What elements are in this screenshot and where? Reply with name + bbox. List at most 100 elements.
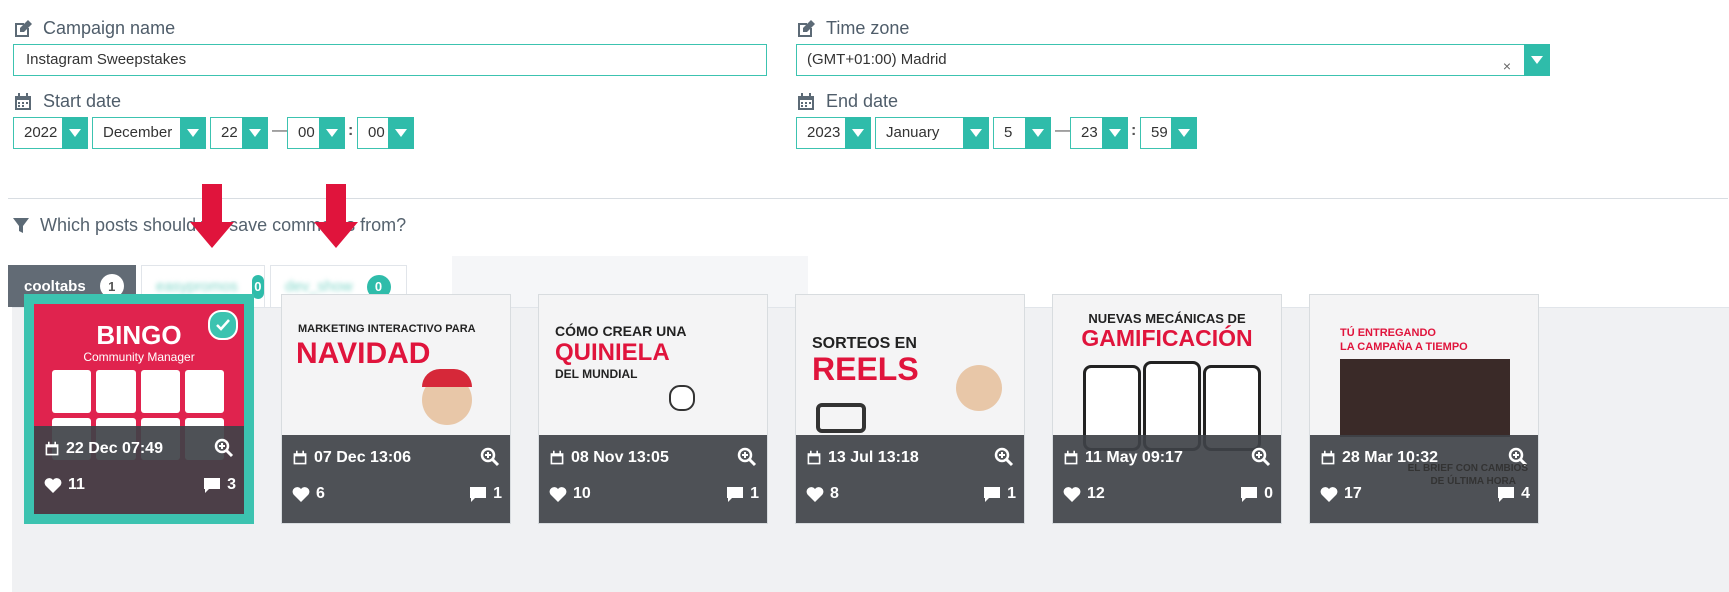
post-card[interactable]: CÓMO CREAR UNA QUINIELA DEL MUNDIAL 08 N… xyxy=(538,294,768,524)
heart-icon xyxy=(549,487,567,502)
start-year-select[interactable]: 2022 xyxy=(13,117,88,149)
time-zone-label: Time zone xyxy=(796,18,909,39)
tab-label: dev_show xyxy=(285,278,353,295)
chevron-down-icon[interactable] xyxy=(1025,117,1051,149)
zoom-icon[interactable] xyxy=(1251,447,1271,472)
time-zone-select[interactable]: (GMT+01:00) Madrid × xyxy=(796,44,1550,76)
thumb-line: CÓMO CREAR UNA xyxy=(555,323,687,339)
person-illustration xyxy=(956,365,1002,411)
tab-label: easypromos xyxy=(156,278,238,295)
end-day-select[interactable]: 5 xyxy=(993,117,1051,149)
chevron-down-icon[interactable] xyxy=(388,117,414,149)
edit-icon xyxy=(798,19,815,37)
section-divider xyxy=(8,198,1728,199)
chevron-down-icon[interactable] xyxy=(180,117,206,149)
chevron-down-icon[interactable] xyxy=(242,117,268,149)
edit-icon xyxy=(15,19,32,37)
date-time-separator: — xyxy=(1055,122,1071,139)
start-minute-select[interactable]: 00 xyxy=(357,117,414,149)
end-minute-value: 59 xyxy=(1151,124,1168,141)
clapperboard-icon xyxy=(816,403,866,433)
post-card[interactable]: SORTEOS EN REELS 13 Jul 13:18 8 1 xyxy=(795,294,1025,524)
thumb-line: MARKETING INTERACTIVO PARA xyxy=(298,323,476,335)
end-hour-select[interactable]: 23 xyxy=(1070,117,1128,149)
post-likes: 6 xyxy=(292,485,325,503)
start-hour-value: 00 xyxy=(298,124,315,141)
start-day-select[interactable]: 22 xyxy=(210,117,268,149)
thumb-line: NUEVAS MECÁNICAS DE xyxy=(1088,311,1246,326)
calendar-icon xyxy=(15,92,31,110)
heart-icon xyxy=(1320,487,1338,502)
comment-icon xyxy=(470,487,487,502)
chevron-down-icon[interactable] xyxy=(319,117,345,149)
thumb-subtitle: Community Manager xyxy=(83,350,195,364)
post-overlay: 07 Dec 13:06 6 1 xyxy=(282,435,510,523)
thumb-line: QUINIELA xyxy=(555,339,670,366)
post-likes: 17 xyxy=(1320,485,1362,503)
chevron-down-icon[interactable] xyxy=(1102,117,1128,149)
post-card[interactable]: MARKETING INTERACTIVO PARA NAVIDAD 07 De… xyxy=(281,294,511,524)
post-card[interactable]: TÚ ENTREGANDO LA CAMPAÑA A TIEMPO EL BRI… xyxy=(1309,294,1539,524)
post-date: 08 Nov 13:05 xyxy=(549,449,669,467)
post-overlay: 11 May 09:17 12 0 xyxy=(1053,435,1281,523)
post-overlay: 22 Dec 07:49 11 3 xyxy=(34,426,244,514)
end-month-select[interactable]: January xyxy=(875,117,989,149)
clear-icon[interactable]: × xyxy=(1503,51,1511,81)
post-date: 07 Dec 13:06 xyxy=(292,449,411,467)
start-month-select[interactable]: December xyxy=(92,117,206,149)
heart-icon xyxy=(44,478,62,493)
end-day-value: 5 xyxy=(1004,124,1013,141)
calendar-icon xyxy=(807,450,821,465)
post-comments: 1 xyxy=(726,485,759,503)
zoom-icon[interactable] xyxy=(480,447,500,472)
tab-label: cooltabs xyxy=(24,277,86,295)
zoom-icon[interactable] xyxy=(994,447,1014,472)
calendar-icon xyxy=(550,450,564,465)
thumb-line: NAVIDAD xyxy=(296,337,431,370)
thumb-line: DEL MUNDIAL xyxy=(555,367,638,381)
annotation-arrow-icon xyxy=(314,184,358,248)
post-date: 22 Dec 07:49 xyxy=(44,440,163,458)
campaign-name-input[interactable]: Instagram Sweepstakes xyxy=(13,44,767,76)
post-comments: 0 xyxy=(1240,485,1273,503)
post-likes: 10 xyxy=(549,485,591,503)
post-comments: 1 xyxy=(469,485,502,503)
movie-still-image xyxy=(1340,359,1510,437)
comment-icon xyxy=(1241,487,1258,502)
start-hour-select[interactable]: 00 xyxy=(287,117,345,149)
thumb-line: TÚ ENTREGANDO xyxy=(1340,327,1436,339)
post-likes: 12 xyxy=(1063,485,1105,503)
calendar-icon xyxy=(45,441,59,456)
end-minute-select[interactable]: 59 xyxy=(1140,117,1197,149)
end-year-select[interactable]: 2023 xyxy=(796,117,871,149)
comment-icon xyxy=(204,478,221,493)
thumb-line: EL BRIEF CON CAMBIOS xyxy=(1407,463,1528,474)
post-date: 11 May 09:17 xyxy=(1063,449,1183,467)
end-month-value: January xyxy=(886,124,940,141)
zoom-icon[interactable] xyxy=(737,447,757,472)
post-comments: 1 xyxy=(983,485,1016,503)
chevron-down-icon[interactable] xyxy=(1524,44,1550,76)
chevron-down-icon[interactable] xyxy=(845,117,871,149)
post-card[interactable]: BINGO Community Manager 22 Dec 07:49 11 … xyxy=(24,294,254,524)
post-overlay: 13 Jul 13:18 8 1 xyxy=(796,435,1024,523)
heart-icon xyxy=(1063,487,1081,502)
comment-icon xyxy=(727,487,744,502)
campaign-name-label: Campaign name xyxy=(13,18,175,39)
calendar-icon xyxy=(798,92,814,110)
chevron-down-icon[interactable] xyxy=(963,117,989,149)
chevron-down-icon[interactable] xyxy=(1171,117,1197,149)
start-year-value: 2022 xyxy=(24,124,58,141)
selected-check-icon[interactable] xyxy=(208,310,238,340)
end-date-label: End date xyxy=(796,91,898,112)
filter-icon xyxy=(13,217,29,233)
post-card[interactable]: NUEVAS MECÁNICAS DE GAMIFICACIÓN 11 May … xyxy=(1052,294,1282,524)
santa-hat-icon xyxy=(422,369,472,387)
calendar-icon xyxy=(293,450,307,465)
heart-icon xyxy=(292,487,310,502)
annotation-arrow-icon xyxy=(190,184,234,248)
post-comments: 3 xyxy=(203,476,236,494)
zoom-icon[interactable] xyxy=(214,438,234,463)
chevron-down-icon[interactable] xyxy=(62,117,88,149)
thumb-line: DE ÚLTIMA HORA xyxy=(1430,476,1516,487)
